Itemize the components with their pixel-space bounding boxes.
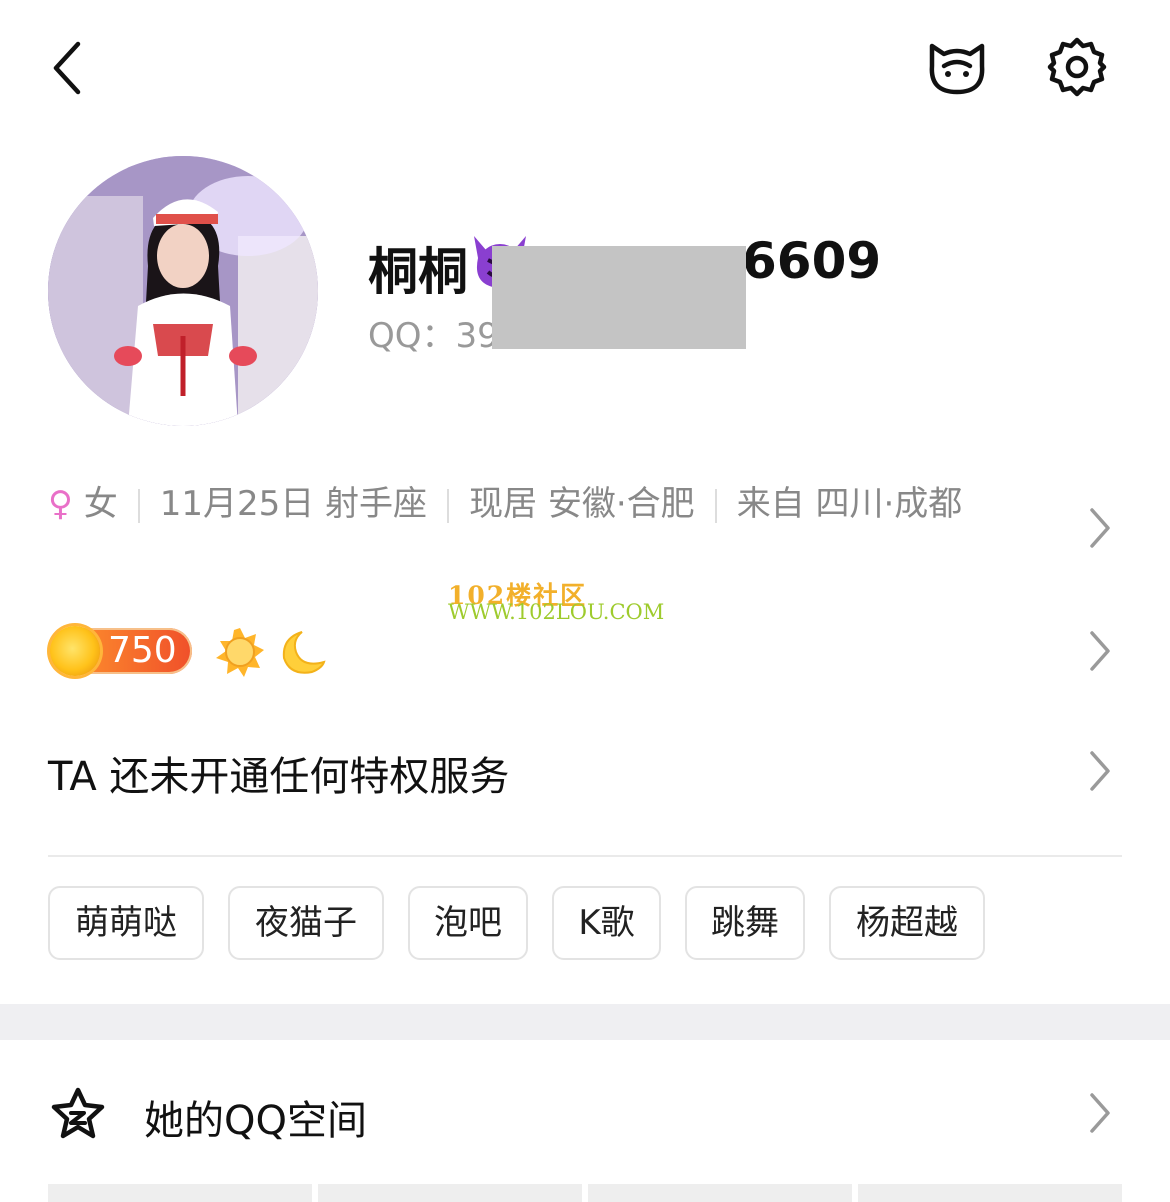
tag-chip[interactable]: 夜猫子 bbox=[228, 886, 384, 960]
tag-chip[interactable]: 萌萌哒 bbox=[48, 886, 204, 960]
pet-button[interactable] bbox=[924, 36, 990, 98]
qzone-star-icon bbox=[50, 1086, 106, 1142]
avatar-photo bbox=[48, 156, 318, 426]
qzone-label[interactable]: 她的QQ空间 bbox=[144, 1088, 367, 1146]
chevron-right-icon[interactable] bbox=[1086, 506, 1114, 550]
separator bbox=[714, 488, 717, 523]
settings-button[interactable] bbox=[1046, 36, 1108, 98]
qq-number: QQ：39 bbox=[368, 316, 499, 356]
back-button[interactable] bbox=[40, 38, 96, 98]
hometown-text: 来自 四川·成都 bbox=[736, 484, 963, 524]
privacy-mask bbox=[492, 246, 746, 349]
pet-face-icon bbox=[929, 43, 985, 95]
separator bbox=[137, 488, 140, 523]
chevron-right-icon[interactable] bbox=[1086, 629, 1114, 673]
qzone-photo-thumb[interactable] bbox=[48, 1184, 312, 1202]
tag-chip[interactable]: 泡吧 bbox=[408, 886, 528, 960]
tag-chip[interactable]: 杨超越 bbox=[829, 886, 985, 960]
qzone-photo-thumb[interactable] bbox=[588, 1184, 852, 1202]
qzone-photo-thumb[interactable] bbox=[858, 1184, 1122, 1202]
sun-icon bbox=[214, 626, 266, 678]
level-coin-icon bbox=[50, 626, 100, 676]
separator bbox=[447, 488, 450, 523]
moon-icon bbox=[276, 628, 326, 678]
privilege-status[interactable]: TA 还未开通任何特权服务 bbox=[48, 744, 509, 802]
level-value: 750 bbox=[108, 630, 177, 671]
chevron-left-icon bbox=[53, 41, 81, 95]
chevron-right-icon[interactable] bbox=[1086, 749, 1114, 793]
tag-chip[interactable]: 跳舞 bbox=[685, 886, 805, 960]
tag-chip[interactable]: K歌 bbox=[552, 886, 661, 960]
watermark-url: WWW.102LOU.COM bbox=[448, 600, 665, 624]
nickname-suffix: 6609 bbox=[742, 232, 882, 290]
nickname: 桐桐 bbox=[368, 243, 468, 301]
birthday-text: 11月25日 射手座 bbox=[159, 484, 428, 524]
section-separator bbox=[0, 1004, 1170, 1040]
gear-icon bbox=[1047, 37, 1107, 97]
divider bbox=[48, 855, 1122, 857]
qzone-photo-thumb[interactable] bbox=[318, 1184, 582, 1202]
location-text: 现居 安徽·合肥 bbox=[469, 484, 695, 524]
female-icon: ♀ bbox=[48, 484, 73, 524]
profile-info-line[interactable]: ♀ 女 11月25日 射手座 现居 安徽·合肥 来自 四川·成都 bbox=[48, 478, 1058, 530]
gender-text: 女 bbox=[83, 484, 118, 524]
chevron-right-icon[interactable] bbox=[1086, 1091, 1114, 1135]
avatar[interactable] bbox=[48, 156, 318, 426]
